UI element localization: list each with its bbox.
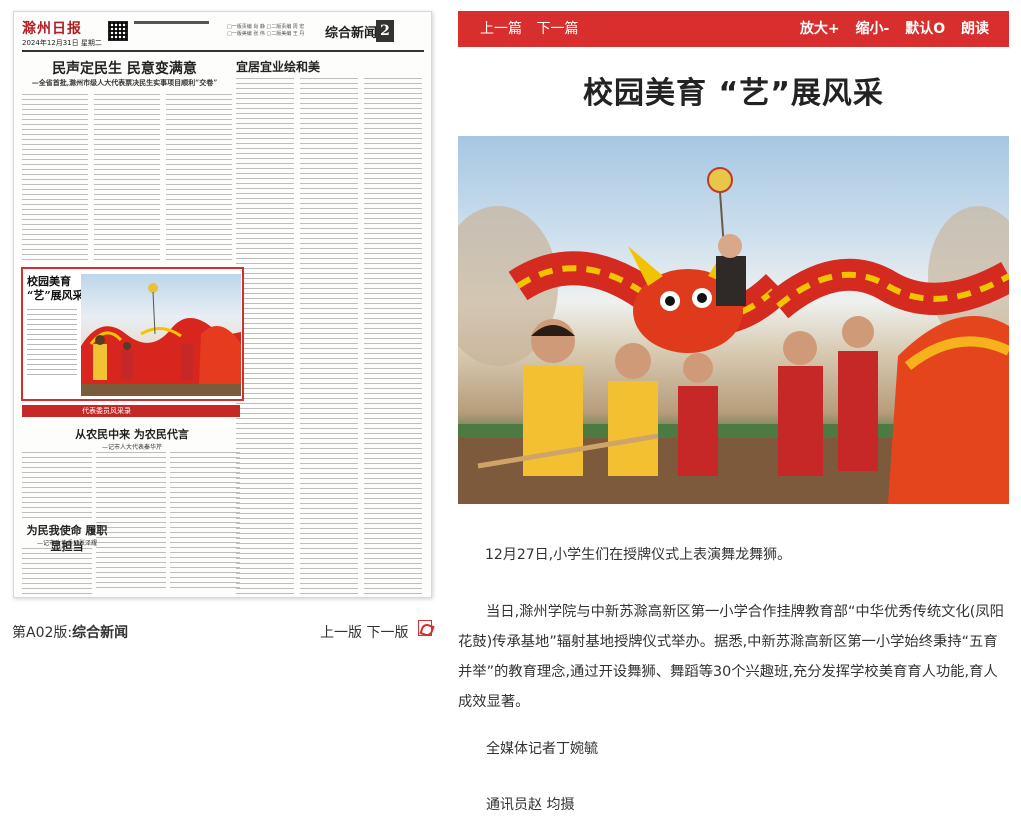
page-nav: 上一版 下一版 [320,622,408,642]
newspaper-logo: 滁州日报 [22,21,82,37]
text-column [166,94,232,264]
text-column [300,78,358,597]
headline-4-subtitle: —记市政协委员张泽耀 [36,540,97,547]
masthead-rule [134,21,209,41]
text-column [22,452,92,518]
headline-3[interactable]: 从农民中来 为农民代言 [22,426,242,442]
zoom-in-button[interactable]: 放大+ [800,21,840,37]
next-page-link[interactable]: 下一版 [366,625,408,641]
section-name: 综合新闻 [325,26,378,41]
selected-article-frame[interactable]: 校园美育 “艺”展风采 [21,267,244,401]
feature-photo-thumbnail [81,274,241,396]
masthead: 滁州日报 2024年12月31日 星期二 □一版责编 肖 静 □二版责编 周 宏… [22,18,424,52]
page-number: 2 [376,20,394,42]
headline-3-subtitle: —记市人大代表秦华芹 [101,444,162,451]
text-column [22,548,92,594]
issue-date: 2024年12月31日 星期二 [22,39,102,47]
feature-text [27,309,77,379]
prev-page-link[interactable]: 上一版 [320,625,362,641]
text-column [170,452,240,592]
prev-article-link[interactable]: 上一篇 [480,21,522,37]
text-column [94,94,160,264]
default-size-button[interactable]: 默认O [905,21,945,37]
zoom-out-button[interactable]: 缩小- [856,21,890,37]
reporter-credit: 全媒体记者丁婉毓 [486,741,598,757]
read-aloud-button[interactable]: 朗读 [961,21,989,37]
article-toolbar: 上一篇 下一篇 放大+ 缩小- 默认O 朗读 [458,11,1009,47]
photographer-credit: 通讯员赵 均摄 [486,797,575,813]
page-label: 第A02版:综合新闻 [12,622,128,642]
headline-1[interactable]: 民声定民生 民意变满意 [22,58,227,78]
page-label-name: 综合新闻 [72,625,129,641]
text-column [22,94,88,264]
next-article-link[interactable]: 下一篇 [536,21,578,37]
article-paragraph: 当日,滁州学院与中新苏滁高新区第一小学合作挂牌教育部“中华优秀传统文化(凤阳花鼓… [458,604,1004,710]
headline-2[interactable]: 宜居宜业绘和美 [236,58,426,75]
article-title: 校园美育 “艺”展风采 [583,76,884,111]
pdf-download-icon[interactable] [418,620,432,636]
headline-1-subtitle: —全省首批,滁州市级人大代表票决民生实事项目顺利“交卷” [31,78,218,87]
feature-title: 校园美育 “艺”展风采 [27,275,84,302]
newspaper-page-thumbnail[interactable]: 滁州日报 2024年12月31日 星期二 □一版责编 肖 静 □二版责编 周 宏… [13,11,432,598]
text-column [236,78,294,597]
text-column [364,78,422,597]
page-label-prefix: 第A02版: [12,625,73,641]
photo-caption: 12月27日,小学生们在授牌仪式上表演舞龙舞狮。 [485,547,792,563]
column-banner: 代表委员风采录 [22,405,240,417]
article-photo [458,136,1009,504]
qr-code-icon [108,21,128,41]
editor-info: □一版责编 肖 静 □二版责编 周 宏 □一版美编 张 伟 □二版美编 王 丹 [227,24,305,37]
